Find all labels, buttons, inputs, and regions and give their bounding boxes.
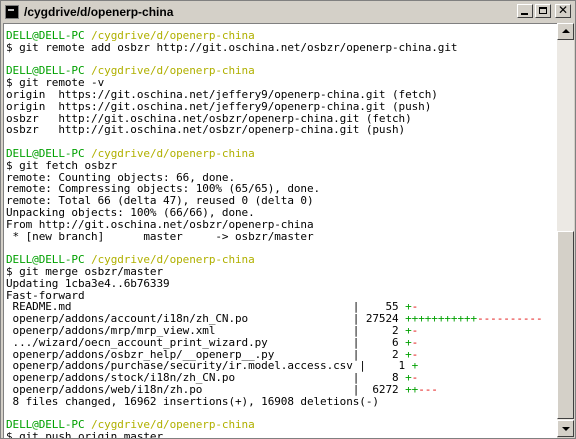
title-bar[interactable]: /cygdrive/d/openerp-china ✕ — [3, 3, 573, 21]
up-arrow-icon — [562, 29, 570, 33]
scroll-up-button[interactable] — [557, 23, 574, 40]
terminal-lines: DELL@DELL-PC /cygdrive/d/openerp-china $ … — [6, 30, 543, 438]
terminal-text: --- — [418, 382, 438, 396]
terminal-line: $ git remote add osbzr http://git.oschin… — [6, 40, 543, 54]
terminal-text: /cygdrive/d/openerp-china — [91, 64, 255, 78]
minimize-icon — [521, 13, 528, 15]
vertical-scrollbar[interactable] — [557, 23, 574, 437]
terminal-line: $ git push origin master — [6, 431, 543, 438]
terminal-text: ++ — [405, 382, 419, 396]
terminal-text: ---------- — [477, 312, 543, 326]
terminal-line: * [new branch] master -> osbzr/master — [6, 229, 543, 243]
scroll-thumb[interactable] — [557, 231, 574, 419]
terminal-line: osbzr http://git.oschina.net/osbzr/opene… — [6, 124, 543, 136]
close-button[interactable]: ✕ — [555, 3, 571, 18]
scroll-down-button[interactable] — [557, 420, 574, 437]
terminal-text: * [new branch] master -> osbzr/master — [6, 229, 314, 243]
terminal-window: /cygdrive/d/openerp-china ✕ DELL@DELL-PC… — [0, 0, 576, 439]
close-icon: ✕ — [557, 3, 569, 17]
down-arrow-icon — [562, 427, 570, 431]
terminal-text: osbzr http://git.oschina.net/osbzr/opene… — [6, 123, 406, 137]
terminal-text: 8 files changed, 16962 insertions(+), 16… — [6, 394, 379, 408]
terminal-text: $ git remote add osbzr http://git.oschin… — [6, 40, 458, 54]
terminal-text: $ git push origin master — [6, 430, 164, 438]
terminal-output[interactable]: DELL@DELL-PC /cygdrive/d/openerp-china $ … — [3, 23, 557, 438]
window-controls: ✕ — [515, 3, 571, 18]
terminal-line: Updating 1cba3e4..6b76339 — [6, 277, 543, 290]
maximize-icon — [539, 7, 547, 14]
minimize-button[interactable] — [517, 4, 533, 18]
terminal-icon[interactable] — [5, 5, 19, 19]
maximize-button[interactable] — [535, 4, 551, 18]
terminal-line: 8 files changed, 16962 insertions(+), 16… — [6, 394, 543, 408]
window-title: /cygdrive/d/openerp-china — [24, 5, 174, 19]
